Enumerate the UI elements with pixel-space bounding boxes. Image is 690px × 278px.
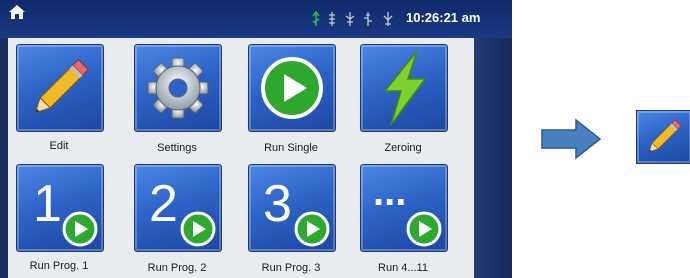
program-number: 1 [33, 175, 62, 233]
status-icons [312, 10, 393, 26]
run-prog-3-button[interactable]: 3 [248, 164, 336, 252]
usb-icon [383, 12, 393, 26]
usb-icon [312, 10, 320, 26]
tile-graphic: 1 [33, 175, 98, 247]
run-prog-3-label: Run Prog. 3 [261, 262, 321, 274]
usb-icon [345, 12, 355, 26]
home-icon[interactable] [8, 4, 26, 20]
usb-icon [364, 12, 372, 26]
play-icon [294, 211, 330, 247]
play-icon [180, 211, 216, 247]
run-4-11-button[interactable]: ... [360, 164, 448, 252]
usb-icon [329, 12, 335, 26]
run-single-button[interactable] [248, 44, 336, 132]
settings-button[interactable] [134, 44, 222, 132]
highlighted-edit-button [636, 110, 690, 164]
pencil-icon [34, 59, 89, 114]
run-prog-2-button[interactable]: 2 [134, 164, 222, 252]
play-icon [406, 211, 442, 247]
play-icon [62, 211, 98, 247]
tile-graphic: ... [373, 170, 442, 247]
run-prog-1-button[interactable]: 1 [16, 164, 104, 252]
run-single-label: Run Single [264, 142, 318, 154]
zeroing-button[interactable] [360, 44, 448, 132]
zeroing-label: Zeroing [384, 142, 422, 154]
program-number: 3 [263, 175, 292, 233]
play-icon [261, 57, 323, 119]
edit-button[interactable] [16, 44, 104, 132]
side-strip [474, 38, 512, 278]
program-number: 2 [149, 175, 178, 233]
run-prog-2-label: Run Prog. 2 [147, 262, 207, 274]
right-arrow-icon [541, 118, 602, 160]
program-number: ... [373, 170, 406, 214]
edit-label: Edit [49, 140, 69, 152]
run-4-11-label: Run 4...11 [378, 262, 428, 274]
lightning-icon [383, 50, 427, 126]
run-prog-1-label: Run Prog. 1 [29, 260, 89, 272]
gear-icon [147, 57, 209, 119]
tile-graphic: 2 [149, 175, 216, 247]
device-screen: 10:26:21 am Edit Settings Run Single Zer… [0, 0, 512, 278]
pencil-icon [648, 119, 682, 153]
tile-graphic: 3 [263, 175, 330, 247]
status-bar: 10:26:21 am [0, 0, 512, 38]
clock: 10:26:21 am [406, 10, 481, 25]
settings-label: Settings [157, 142, 197, 154]
